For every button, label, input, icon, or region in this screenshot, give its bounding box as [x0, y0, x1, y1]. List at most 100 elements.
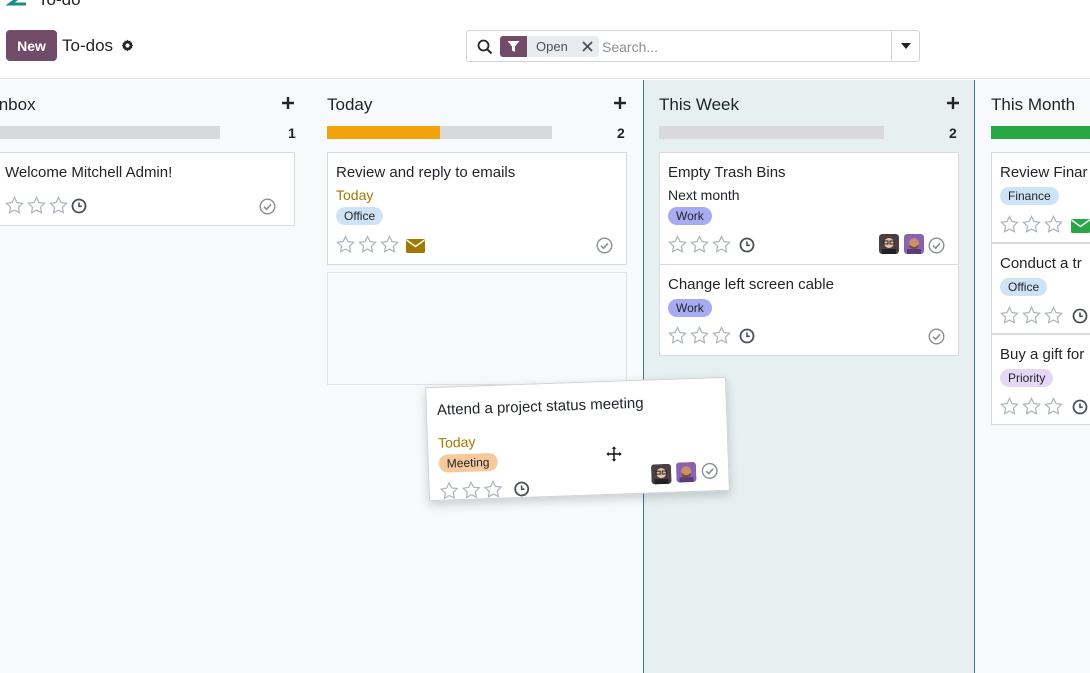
kanban-card[interactable]: Review and reply to emails Today Office — [327, 152, 627, 265]
kanban-card[interactable]: Welcome Mitchell Admin! — [0, 152, 295, 226]
column-count: 2 — [949, 125, 957, 141]
star-icon[interactable] — [461, 480, 481, 499]
star-icon[interactable] — [1022, 215, 1041, 233]
plus-icon[interactable] — [613, 96, 627, 110]
activity-clock-icon[interactable] — [1072, 399, 1088, 415]
column-progress-bar[interactable] — [991, 126, 1090, 139]
star-icon[interactable] — [1000, 397, 1019, 415]
plus-icon[interactable] — [281, 96, 295, 110]
star-icon[interactable] — [690, 326, 709, 344]
remove-facet-icon[interactable] — [577, 36, 599, 57]
caret-down-icon — [901, 43, 911, 49]
activity-clock-icon[interactable] — [513, 481, 530, 498]
done-check-icon[interactable] — [701, 462, 719, 480]
avatar[interactable] — [904, 234, 924, 254]
done-check-icon[interactable] — [928, 328, 945, 345]
star-icon[interactable] — [483, 479, 503, 499]
card-title: Change left screen cable — [668, 276, 834, 293]
priority-stars[interactable] — [1000, 306, 1063, 324]
progress-fill — [991, 126, 1090, 139]
done-check-icon[interactable] — [596, 237, 613, 254]
kanban-card[interactable]: Review Finar Finance — [991, 152, 1090, 243]
column-title[interactable]: This Week — [659, 95, 739, 115]
star-icon[interactable] — [1000, 215, 1019, 233]
page-title: To-dos — [62, 36, 114, 55]
avatar[interactable] — [651, 463, 672, 485]
column-progress-bar[interactable] — [327, 126, 552, 139]
priority-stars[interactable] — [336, 235, 399, 253]
app-logo-icon[interactable] — [4, 0, 28, 6]
star-icon[interactable] — [439, 481, 459, 500]
kanban-card[interactable]: Buy a gift for Priority — [991, 334, 1090, 425]
gear-icon[interactable] — [121, 39, 134, 52]
column-title[interactable]: This Month — [991, 95, 1075, 115]
card-title: Empty Trash Bins — [668, 164, 786, 181]
avatar[interactable] — [879, 234, 899, 254]
column-inbox: Inbox 1 Welcome Mitchell Admin! — [0, 80, 312, 673]
plus-icon[interactable] — [946, 96, 960, 110]
activity-clock-icon[interactable] — [739, 328, 755, 344]
star-icon[interactable] — [380, 235, 399, 253]
column-count: 1 — [288, 125, 296, 141]
star-icon[interactable] — [5, 196, 24, 214]
search-options-toggle[interactable] — [891, 31, 920, 61]
activity-clock-icon[interactable] — [1072, 308, 1088, 324]
search-bar: Open — [466, 30, 920, 62]
column-title[interactable]: Inbox — [0, 95, 36, 115]
star-icon[interactable] — [27, 196, 46, 214]
column-progress-bar[interactable] — [0, 126, 220, 139]
priority-stars[interactable] — [668, 326, 731, 344]
tag-badge: Office — [336, 207, 384, 225]
star-icon[interactable] — [712, 326, 731, 344]
tag-badge: Meeting — [438, 452, 498, 473]
search-icon[interactable] — [477, 39, 493, 55]
star-icon[interactable] — [1044, 215, 1063, 233]
progress-fill — [327, 126, 440, 139]
done-check-icon[interactable] — [928, 237, 945, 254]
envelope-icon[interactable] — [406, 239, 425, 253]
kanban-card[interactable]: Change left screen cable Work — [659, 264, 959, 356]
done-check-icon[interactable] — [259, 198, 276, 215]
facet-label: Open — [536, 39, 568, 54]
star-icon[interactable] — [49, 196, 68, 214]
app-name[interactable]: To-do — [38, 0, 81, 8]
star-icon[interactable] — [1044, 306, 1063, 324]
avatar[interactable] — [675, 461, 697, 483]
column-progress-bar[interactable] — [659, 126, 884, 139]
priority-stars[interactable] — [439, 479, 503, 500]
priority-stars[interactable] — [5, 196, 68, 214]
star-icon[interactable] — [1000, 306, 1019, 324]
priority-stars[interactable] — [1000, 397, 1063, 415]
star-icon[interactable] — [1022, 397, 1041, 415]
control-panel: To-do New To-dos Open — [0, 0, 1090, 79]
filter-icon — [500, 36, 527, 57]
priority-stars[interactable] — [1000, 215, 1063, 233]
tag-badge: Finance — [1000, 187, 1059, 205]
tag-badge: Work — [668, 207, 712, 225]
card-title: Welcome Mitchell Admin! — [5, 164, 173, 181]
column-today: Today 2 Review and reply to emails Today… — [312, 80, 643, 673]
new-button[interactable]: New — [6, 30, 57, 61]
star-icon[interactable] — [668, 326, 687, 344]
activity-clock-icon[interactable] — [739, 237, 755, 253]
dragged-card[interactable]: Attend a project status meeting Today Me… — [425, 376, 730, 502]
star-icon[interactable] — [1044, 397, 1063, 415]
activity-clock-icon[interactable] — [71, 198, 87, 214]
drop-placeholder — [327, 272, 627, 385]
card-deadline: Today — [437, 433, 476, 451]
search-facet: Open — [500, 36, 599, 57]
star-icon[interactable] — [1022, 306, 1041, 324]
kanban-card[interactable]: Conduct a tr Office — [991, 243, 1090, 334]
star-icon[interactable] — [668, 235, 687, 253]
priority-stars[interactable] — [668, 235, 731, 253]
search-input[interactable] — [602, 37, 882, 57]
star-icon[interactable] — [336, 235, 355, 253]
star-icon[interactable] — [690, 235, 709, 253]
card-title: Conduct a tr — [1000, 255, 1082, 272]
star-icon[interactable] — [712, 235, 731, 253]
column-title[interactable]: Today — [327, 95, 372, 115]
kanban-card[interactable]: Empty Trash Bins Next month Work — [659, 152, 959, 265]
envelope-icon[interactable] — [1071, 219, 1090, 233]
star-icon[interactable] — [358, 235, 377, 253]
card-title: Review and reply to emails — [336, 164, 516, 181]
